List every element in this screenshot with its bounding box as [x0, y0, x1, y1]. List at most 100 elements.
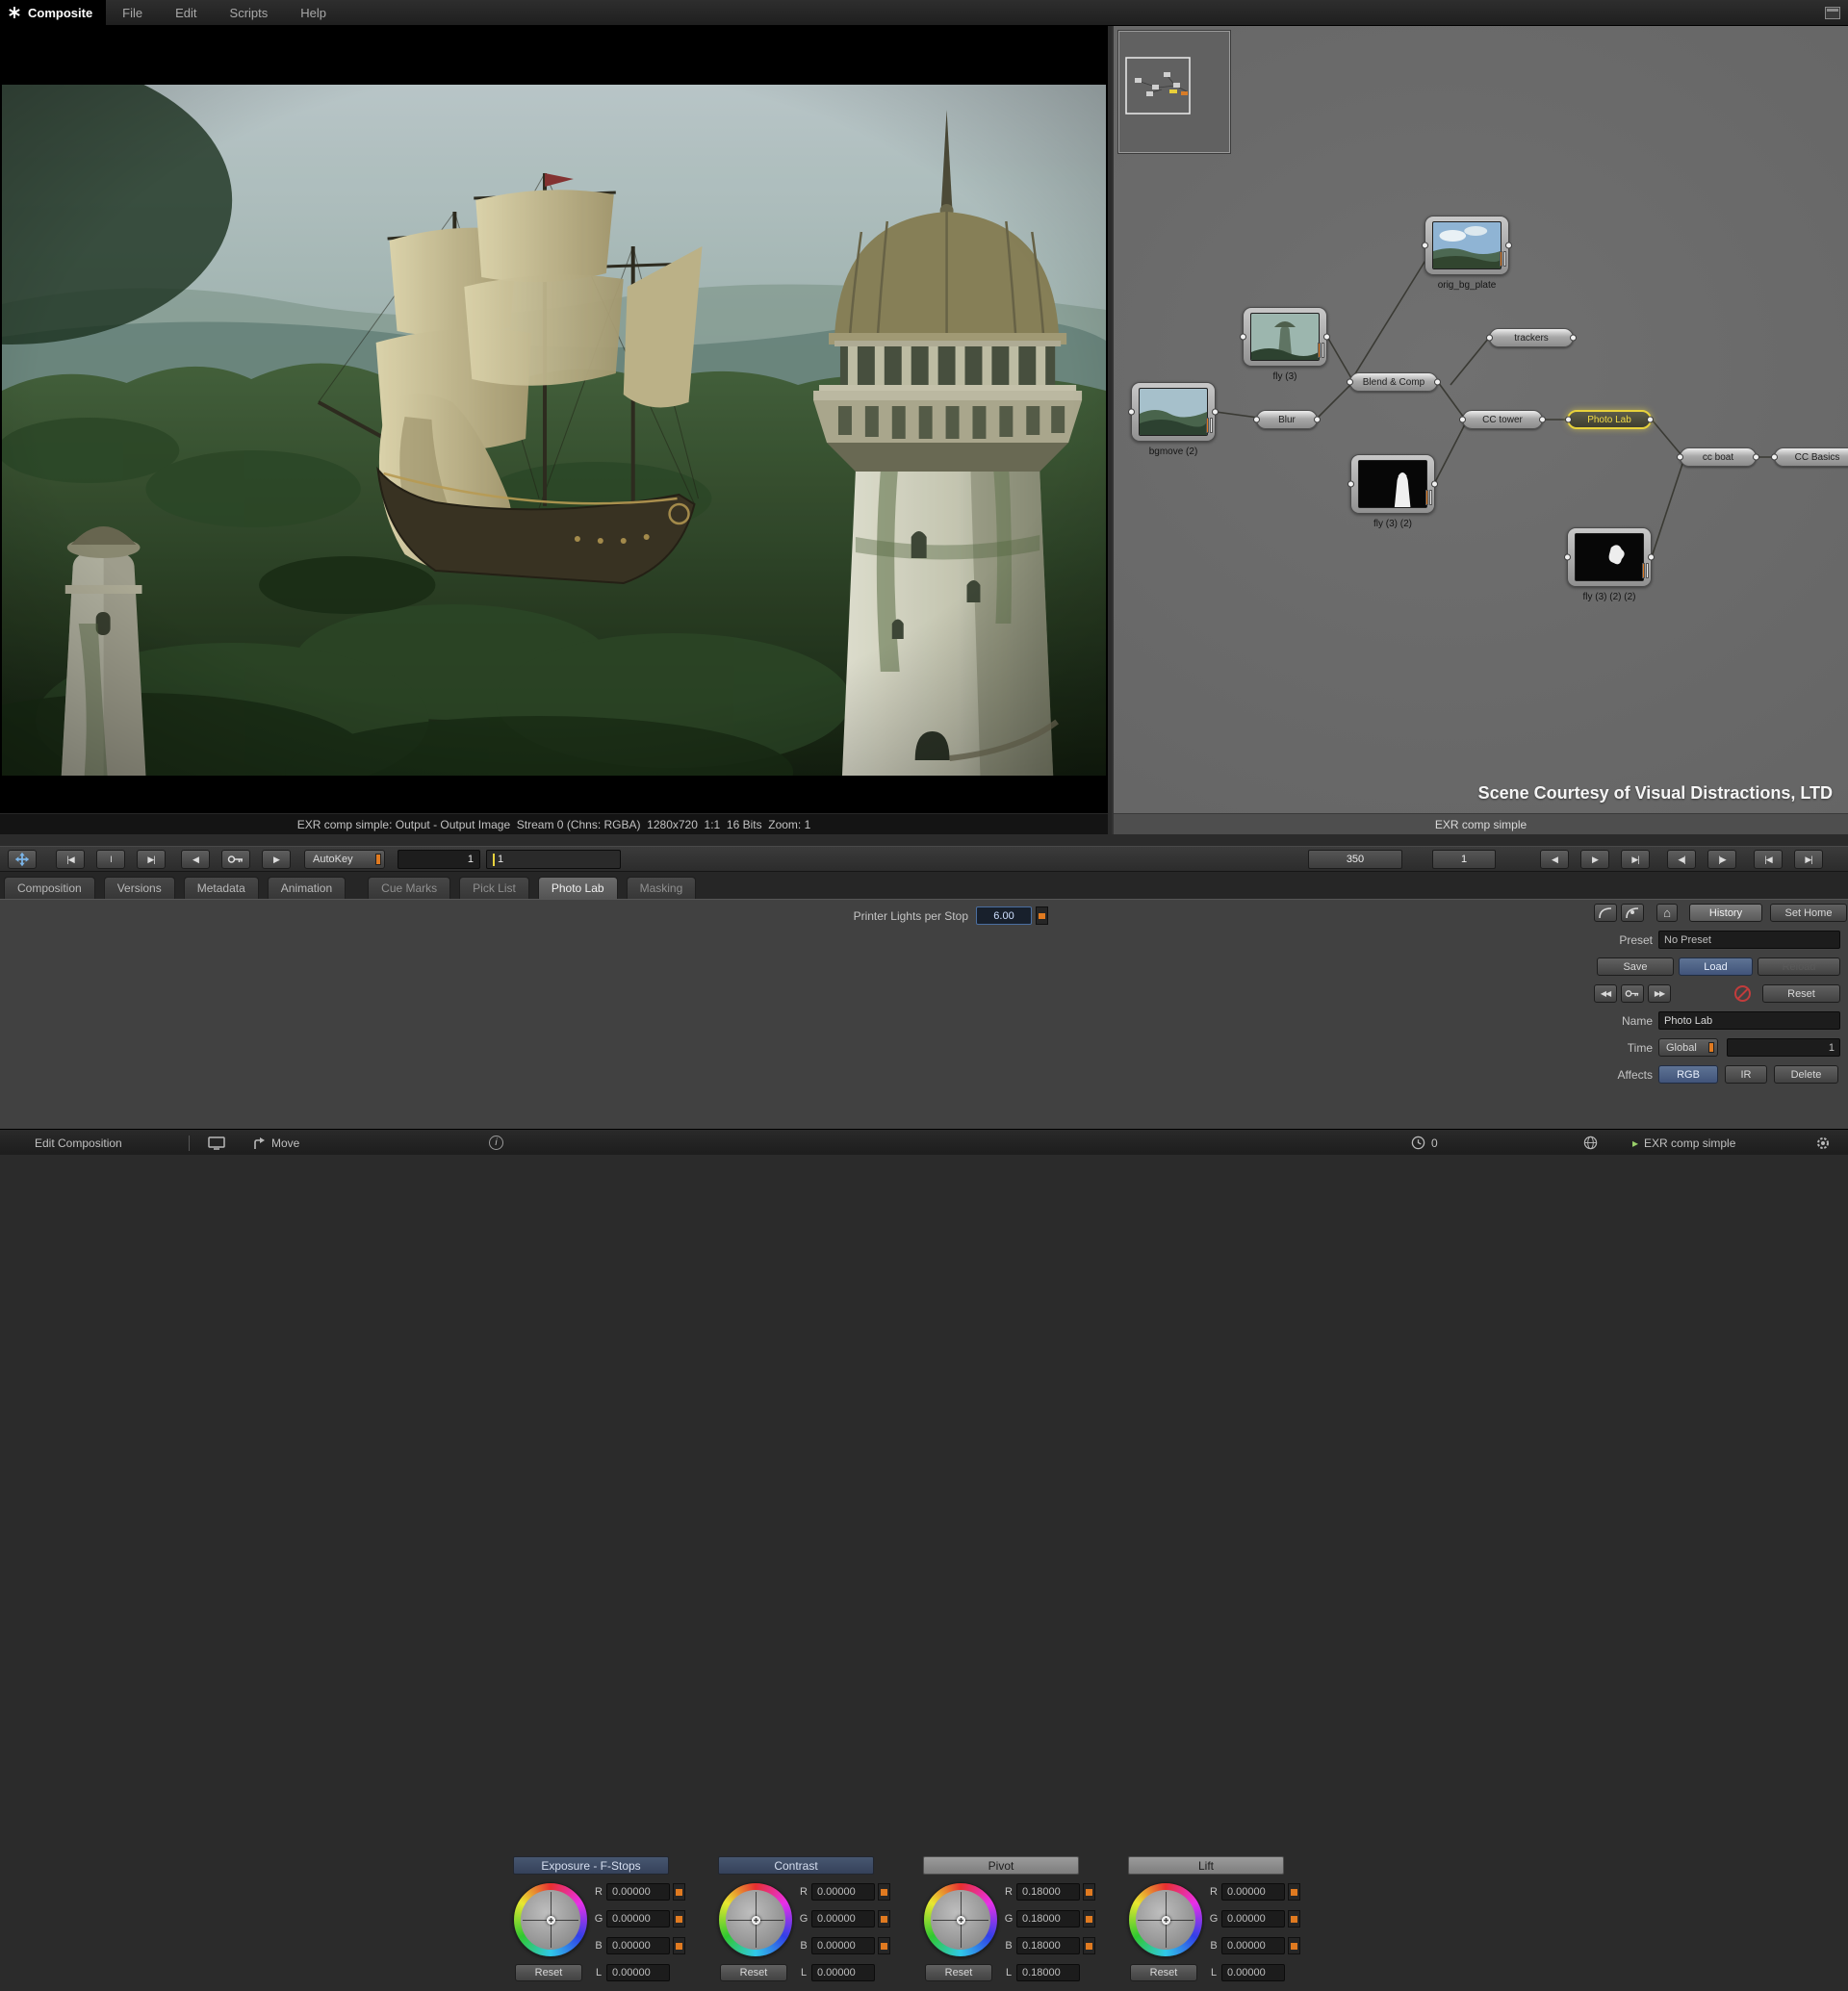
lift-reset-button[interactable]: Reset	[1130, 1964, 1197, 1981]
contrast-b-field[interactable]: 0.00000	[811, 1937, 875, 1954]
menu-edit[interactable]: Edit	[159, 6, 213, 20]
home-button[interactable]: ⌂	[1656, 904, 1678, 922]
exposure-b-field[interactable]: 0.00000	[606, 1937, 670, 1954]
node-blend-comp[interactable]: Blend & Comp	[1349, 372, 1438, 392]
exposure-header-button[interactable]: Exposure - F-Stops	[513, 1856, 669, 1875]
node-output-dot[interactable]	[1212, 409, 1219, 416]
node-input-dot[interactable]	[1348, 481, 1354, 488]
node-trackers[interactable]: trackers	[1489, 328, 1574, 347]
node-input-dot[interactable]	[1565, 417, 1572, 423]
exposure-g-field[interactable]: 0.00000	[606, 1910, 670, 1927]
node-output-dot[interactable]	[1753, 454, 1759, 461]
lift-r-field[interactable]: 0.00000	[1221, 1883, 1285, 1901]
next-key-button[interactable]: ▶	[262, 850, 291, 869]
step-back-button[interactable]: ◀|	[1667, 850, 1696, 869]
lift-b-slider[interactable]	[1288, 1937, 1300, 1954]
node-output-dot[interactable]	[1647, 417, 1654, 423]
lift-g-slider[interactable]	[1288, 1910, 1300, 1927]
exposure-b-slider[interactable]	[673, 1937, 685, 1954]
pivot-b-slider[interactable]	[1083, 1937, 1095, 1954]
settings-button[interactable]	[1815, 1130, 1831, 1156]
history-button[interactable]: History	[1689, 904, 1762, 922]
node-output-dot[interactable]	[1505, 242, 1512, 249]
node-bgmove-2[interactable]: bgmove (2)	[1127, 382, 1219, 459]
delete-node-button[interactable]: Delete	[1774, 1065, 1838, 1084]
node-input-dot[interactable]	[1677, 454, 1683, 461]
move-tool-button[interactable]	[8, 850, 37, 869]
schematic-panel[interactable]: orig_bg_plate fly (3) bgmove (2)	[1112, 26, 1848, 834]
node-input-dot[interactable]	[1771, 454, 1778, 461]
play-button[interactable]: ▶	[1580, 850, 1609, 869]
previous-key-button[interactable]: ◀	[181, 850, 210, 869]
node-output-dot[interactable]	[1648, 554, 1655, 561]
time-value-field[interactable]: 1	[1727, 1038, 1840, 1057]
tab-masking[interactable]: Masking	[627, 877, 697, 899]
contrast-b-slider[interactable]	[878, 1937, 890, 1954]
contrast-header-button[interactable]: Contrast	[718, 1856, 874, 1875]
exposure-l-field[interactable]: 0.00000	[606, 1964, 670, 1981]
play-to-end-button[interactable]: ▶|	[1621, 850, 1650, 869]
tab-composition[interactable]: Composition	[4, 877, 95, 899]
node-photo-lab[interactable]: Photo Lab	[1567, 410, 1652, 429]
range-end-field[interactable]: 350	[1308, 850, 1402, 869]
contrast-g-field[interactable]: 0.00000	[811, 1910, 875, 1927]
display-mode-button[interactable]	[208, 1130, 225, 1156]
exposure-r-field[interactable]: 0.00000	[606, 1883, 670, 1901]
set-keyframe-button[interactable]	[1621, 984, 1644, 1003]
node-input-dot[interactable]	[1128, 409, 1135, 416]
pivot-g-slider[interactable]	[1083, 1910, 1095, 1927]
node-cc-tower[interactable]: CC tower	[1462, 410, 1543, 429]
step-forward-button[interactable]: |▶	[1707, 850, 1736, 869]
set-key-button[interactable]	[221, 850, 250, 869]
timeline-frame-field[interactable]: 1	[486, 850, 621, 869]
pivot-g-field[interactable]: 0.18000	[1016, 1910, 1080, 1927]
node-reset-button[interactable]: Reset	[1762, 984, 1840, 1003]
node-output-dot[interactable]	[1314, 417, 1321, 423]
play-reverse-button[interactable]: ◀	[1540, 850, 1569, 869]
jump-to-end-button[interactable]: ▶|	[1794, 850, 1823, 869]
node-input-dot[interactable]	[1240, 334, 1246, 341]
contrast-l-field[interactable]: 0.00000	[811, 1964, 875, 1981]
next-keyframe-button[interactable]: ▶▶	[1648, 984, 1671, 1003]
node-input-dot[interactable]	[1253, 417, 1260, 423]
exposure-g-slider[interactable]	[673, 1910, 685, 1927]
window-restore-icon[interactable]	[1825, 7, 1840, 19]
schematic-minimap[interactable]	[1118, 31, 1230, 153]
pivot-reset-button[interactable]: Reset	[925, 1964, 992, 1981]
save-button[interactable]: Save	[1597, 957, 1674, 976]
node-cc-basics[interactable]: CC Basics	[1774, 447, 1848, 467]
exposure-r-slider[interactable]	[673, 1883, 685, 1901]
time-mode-button[interactable]: Global	[1658, 1038, 1718, 1057]
tab-photo-lab[interactable]: Photo Lab	[538, 877, 618, 899]
node-orig-bg-plate[interactable]: orig_bg_plate	[1421, 216, 1513, 293]
exposure-reset-button[interactable]: Reset	[515, 1964, 582, 1981]
node-output-dot[interactable]	[1570, 335, 1577, 342]
lift-l-field[interactable]: 0.00000	[1221, 1964, 1285, 1981]
menu-help[interactable]: Help	[284, 6, 343, 20]
printer-lights-field[interactable]: 6.00	[976, 906, 1032, 925]
tab-animation[interactable]: Animation	[268, 877, 346, 899]
node-output-dot[interactable]	[1539, 417, 1546, 423]
lift-b-field[interactable]: 0.00000	[1221, 1937, 1285, 1954]
lift-header-button[interactable]: Lift	[1128, 1856, 1284, 1875]
node-output-dot[interactable]	[1431, 481, 1438, 488]
tab-versions[interactable]: Versions	[104, 877, 175, 899]
wheel-cursor[interactable]	[547, 1916, 555, 1925]
contrast-g-slider[interactable]	[878, 1910, 890, 1927]
previous-keyframe-button[interactable]: ◀◀	[1594, 984, 1617, 1003]
lift-color-wheel[interactable]	[1128, 1882, 1203, 1957]
step-field[interactable]: 1	[1432, 850, 1496, 869]
wheel-cursor[interactable]	[1162, 1916, 1170, 1925]
menu-scripts[interactable]: Scripts	[214, 6, 285, 20]
affects-mode-button[interactable]: RGB	[1658, 1065, 1718, 1084]
tab-metadata[interactable]: Metadata	[184, 877, 259, 899]
jump-to-start-button[interactable]: |◀	[1754, 850, 1783, 869]
pivot-r-slider[interactable]	[1083, 1883, 1095, 1901]
node-input-dot[interactable]	[1422, 242, 1428, 249]
curve-editor-button[interactable]	[1594, 904, 1617, 922]
tab-pick-list[interactable]: Pick List	[459, 877, 529, 899]
node-name-field[interactable]: Photo Lab	[1658, 1011, 1840, 1030]
node-fly-3-2-2[interactable]: fly (3) (2) (2)	[1563, 527, 1656, 604]
mark-in-button[interactable]: I	[96, 850, 125, 869]
node-fly-3[interactable]: fly (3)	[1239, 307, 1331, 384]
